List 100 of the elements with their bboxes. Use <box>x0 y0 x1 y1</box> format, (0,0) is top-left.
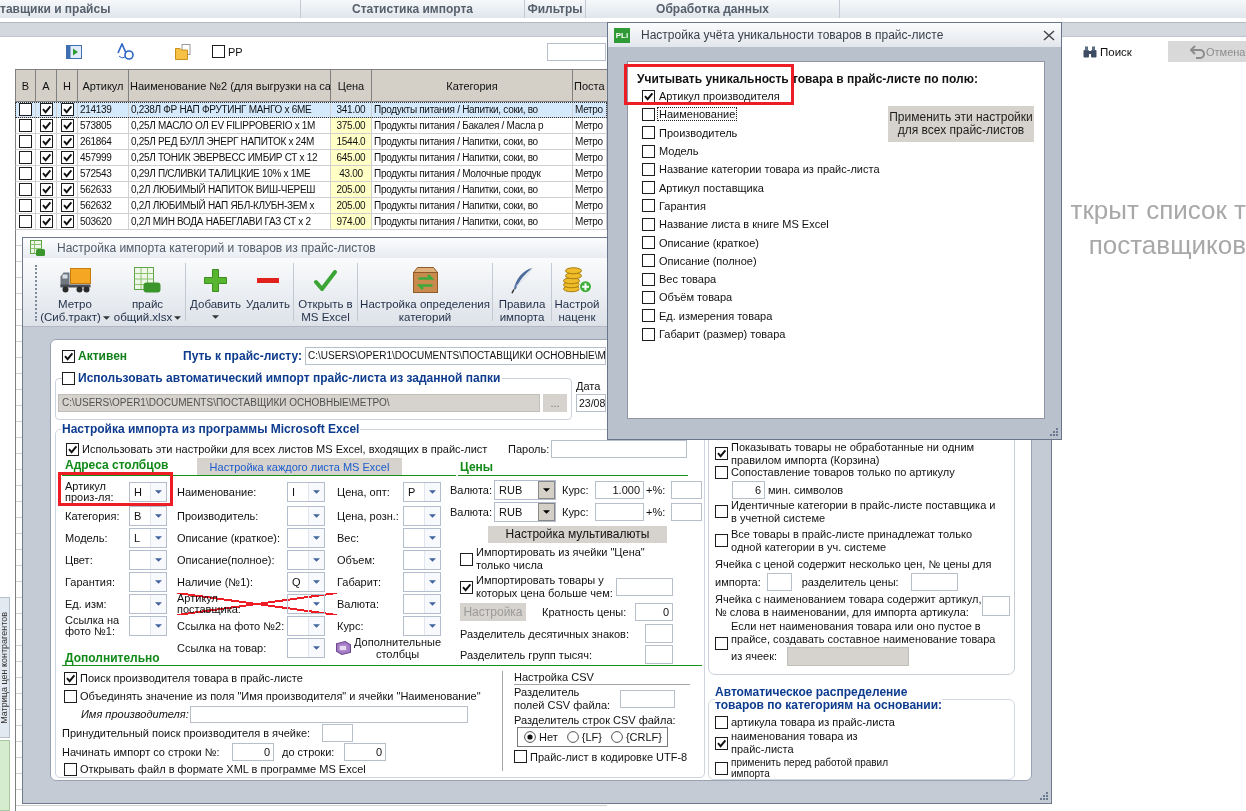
min-price-field[interactable] <box>616 578 673 596</box>
dropdown-field[interactable] <box>287 550 325 570</box>
toolbar-button[interactable]: Настрой наценк <box>553 258 601 326</box>
app-tab[interactable]: Обработка данных <box>586 0 840 18</box>
checkbox[interactable] <box>715 736 728 750</box>
dropdown-field[interactable] <box>287 594 325 614</box>
checkbox[interactable] <box>60 119 74 132</box>
checkbox[interactable] <box>642 162 655 176</box>
checkbox[interactable] <box>642 290 655 304</box>
cell-field[interactable] <box>322 723 353 742</box>
rate-field[interactable]: 1.000 <box>595 481 644 499</box>
checkbox[interactable] <box>60 215 74 228</box>
sheet-settings-button[interactable]: Настройка каждого листа MS Excel <box>197 458 402 475</box>
checkbox[interactable] <box>64 689 77 703</box>
dropdown-field[interactable]: L <box>129 528 167 548</box>
dropdown-field[interactable]: RUB <box>494 480 556 500</box>
app-tab[interactable]: Статистика импорта <box>301 0 525 18</box>
close-icon[interactable] <box>1043 29 1055 41</box>
checkbox[interactable] <box>642 309 655 323</box>
separator-field[interactable] <box>910 573 958 591</box>
column-header[interactable]: Категория <box>372 70 573 101</box>
checkbox[interactable] <box>642 126 655 140</box>
dropdown-field[interactable] <box>129 616 167 636</box>
date-field[interactable]: 23/08 <box>576 394 606 412</box>
checkbox[interactable] <box>460 580 473 594</box>
checkbox[interactable] <box>39 183 53 196</box>
start-row-field[interactable]: 0 <box>232 742 274 761</box>
dropdown-field[interactable]: RUB <box>494 502 556 522</box>
column-header[interactable]: В <box>16 70 36 101</box>
radio-button[interactable] <box>524 731 536 743</box>
toolbar-button[interactable]: Метро (Сиб.тракт) <box>39 258 111 326</box>
checkbox[interactable] <box>64 762 77 776</box>
dropdown-field[interactable] <box>129 594 167 614</box>
checkbox[interactable] <box>642 272 655 286</box>
percent-field[interactable] <box>671 503 702 521</box>
dropdown-field[interactable] <box>129 550 167 570</box>
column-header[interactable]: А <box>36 70 57 101</box>
checkbox[interactable] <box>642 327 655 341</box>
checkbox[interactable] <box>642 89 655 103</box>
checkbox[interactable] <box>19 215 32 228</box>
checkbox[interactable] <box>60 199 74 212</box>
checkbox[interactable] <box>19 119 32 132</box>
checkbox[interactable] <box>642 236 655 249</box>
search-button[interactable]: Поиск <box>1083 41 1132 62</box>
checkbox[interactable] <box>39 199 53 212</box>
checkbox[interactable] <box>62 349 75 363</box>
count-field[interactable]: 6 <box>732 481 765 499</box>
multicurrency-button[interactable]: Настройка мультивалюты <box>488 525 667 543</box>
percent-field[interactable] <box>671 481 702 499</box>
checkbox[interactable] <box>64 671 77 685</box>
checkbox[interactable] <box>715 505 728 518</box>
end-row-field[interactable]: 0 <box>344 742 386 761</box>
dropdown-field[interactable] <box>403 572 441 592</box>
dropdown-field[interactable] <box>403 550 441 570</box>
checkbox[interactable] <box>715 447 728 460</box>
checkbox[interactable] <box>642 107 655 121</box>
checkbox[interactable] <box>60 151 74 164</box>
checkbox[interactable] <box>642 254 655 268</box>
checkbox[interactable] <box>39 167 53 180</box>
separator-field[interactable] <box>645 624 673 643</box>
checkbox[interactable] <box>39 151 53 164</box>
checkbox[interactable] <box>60 183 74 196</box>
rounding-field[interactable]: 0 <box>635 603 673 621</box>
table-row[interactable]: 562633 0,2Л ЛЮБИМЫЙ НАПИТОК ВИШ-ЧЕРЕШ 205.00 Продукты питания / Напитки, соки, во Метро <box>15 182 607 198</box>
table-row[interactable]: 261864 0,25Л РЕД БУЛЛ ЭНЕРГ НАПИТОК x 24М 1544.0 Продукты питания / Напитки, соки, во Метро <box>15 134 607 150</box>
toolbar-button[interactable]: Удалить <box>244 258 292 326</box>
column-header[interactable]: Поста <box>573 70 607 101</box>
checkbox[interactable] <box>19 183 32 196</box>
dropdown-field[interactable] <box>403 594 441 614</box>
dropdown-field[interactable] <box>287 528 325 548</box>
app-tab[interactable]: Фильтры <box>525 0 586 18</box>
checkbox[interactable] <box>60 135 74 148</box>
dropdown-field[interactable] <box>129 572 167 592</box>
checkbox[interactable] <box>19 103 32 116</box>
price-number-field[interactable] <box>766 573 792 591</box>
table-row[interactable]: 573805 0,25Л МАСЛО ОЛ EV FILIPPOBERIO x 1М 375.00 Продукты питания / Бакалея / Масла р Метро <box>15 118 607 134</box>
checkbox[interactable] <box>715 761 728 775</box>
toolbar-button[interactable]: Настройка определения категорий <box>359 258 491 326</box>
table-row[interactable]: 457999 0,25Л ТОНИК ЭВЕРВЕСС ИМБИР СТ x 12 645.00 Продукты питания / Напитки, соки, во Метро <box>15 150 607 166</box>
dropdown-field[interactable]: P <box>403 482 441 502</box>
table-row[interactable]: 562632 0,2Л ЛЮБИМЫЙ НАП ЯБЛ-КЛУБН-ЗЕМ x 205.00 Продукты питания / Напитки, соки, во Метро <box>15 198 607 214</box>
checkbox[interactable] <box>60 103 74 116</box>
column-header[interactable]: Цена <box>331 70 372 101</box>
table-row[interactable]: 572543 0,29Л П/СЛИВКИ ТАЛИЦКИЕ 10% x 1МЕ 43.00 Продукты питания / Молочные продук Метро <box>15 166 607 182</box>
dropdown-field[interactable]: Q <box>287 572 325 592</box>
checkbox[interactable] <box>39 103 53 116</box>
checkbox[interactable] <box>715 636 728 650</box>
checkbox[interactable] <box>715 466 728 479</box>
checkbox[interactable] <box>60 167 74 180</box>
checkbox[interactable] <box>19 151 32 164</box>
separator-field[interactable] <box>620 690 675 708</box>
column-header[interactable]: Артикул <box>78 70 129 101</box>
dropdown-field[interactable] <box>403 506 441 526</box>
checkbox[interactable] <box>39 215 53 228</box>
column-header[interactable]: Наименование №2 (для выгрузки на са <box>129 70 331 101</box>
checkbox[interactable] <box>715 716 728 729</box>
checkbox[interactable] <box>19 135 32 148</box>
checkbox[interactable] <box>715 534 728 547</box>
toolbar-button[interactable]: Добавить <box>187 258 244 326</box>
dropdown-field[interactable] <box>403 616 441 636</box>
